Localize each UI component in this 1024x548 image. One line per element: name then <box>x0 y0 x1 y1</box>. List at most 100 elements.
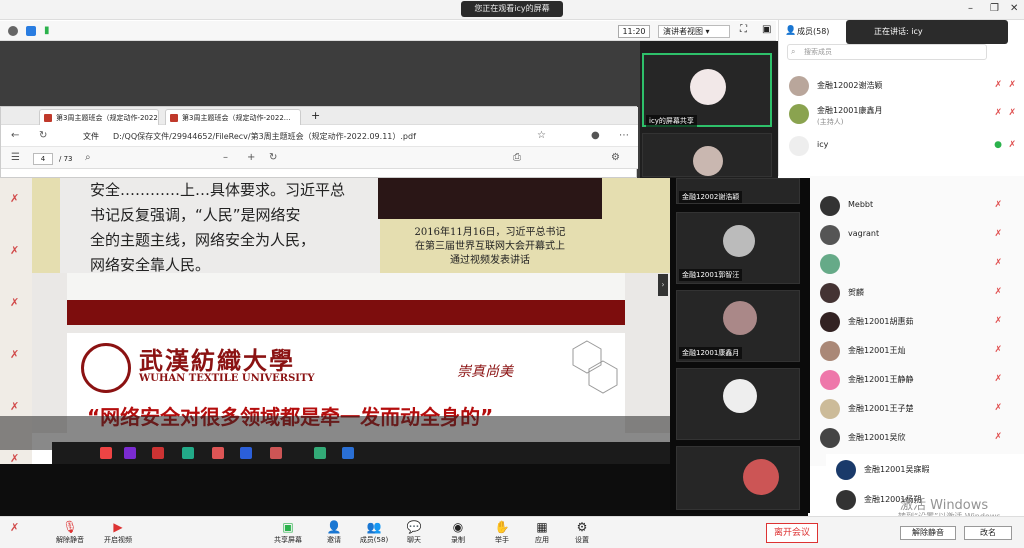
unmute-button[interactable]: 🎙 解除静音 <box>52 519 88 545</box>
shield-icon[interactable] <box>26 26 36 36</box>
raise-hand-button[interactable]: ✋ 举手 <box>484 519 520 545</box>
browser-tab[interactable]: 第3周主题班会（规定动作-2022... <box>39 109 159 125</box>
shared-taskbar <box>52 442 672 464</box>
video-tile[interactable] <box>676 368 800 440</box>
member-row[interactable]: Mebbt ✗ <box>810 192 1024 220</box>
avatar <box>820 341 840 361</box>
apps-button[interactable]: ▦ 应用 <box>524 519 560 545</box>
video-tile[interactable]: 金融12001康鑫月 <box>676 290 800 362</box>
meeting-info-bar: ▮ 11:20 演讲者视图 ▾ ⛶ ▣ <box>0 21 776 41</box>
member-row[interactable]: 金融12002谢浩颖 ✗ ✗ <box>779 72 1024 100</box>
page-number-input[interactable]: 4 <box>33 153 53 165</box>
hand-icon: ✋ <box>494 520 510 534</box>
mic-off-icon[interactable]: ✗ <box>994 374 1002 384</box>
chat-button[interactable]: 💬 聊天 <box>396 519 432 545</box>
settings-icon[interactable]: ⚙ <box>611 152 620 163</box>
mic-off-icon[interactable]: ✗ <box>994 229 1002 239</box>
profile-icon[interactable]: ● <box>591 130 600 141</box>
cam-off-icon[interactable]: ✗ <box>1008 108 1016 118</box>
collapse-handle[interactable]: › <box>658 274 668 296</box>
photo-caption: 2016年11月16日，习近平总书记 在第三届世界互联网大会开幕式上 通过视频发… <box>414 227 566 266</box>
member-row[interactable]: 金融12001王子楚 ✗ <box>810 395 1024 423</box>
zoom-out-icon[interactable]: – <box>223 152 228 163</box>
video-column: icy的屏幕共享 <box>640 41 778 178</box>
mic-off-icon[interactable]: ✗ <box>994 200 1002 210</box>
member-row[interactable]: 金融12001吴欣 ✗ <box>810 424 1024 452</box>
member-row[interactable]: icy ● ✗ <box>779 132 1024 160</box>
cam-off-icon[interactable]: ✗ <box>1008 140 1016 150</box>
video-tile[interactable]: 金融12002谢浩颖 <box>676 178 800 204</box>
member-row[interactable]: 金融12001王灿 ✗ <box>810 337 1024 365</box>
mic-off-icon[interactable]: ✗ <box>994 108 1002 118</box>
share-banner[interactable]: 您正在观看icy的屏幕 <box>461 1 563 17</box>
back-icon[interactable]: ← <box>11 130 19 141</box>
mic-off-icon[interactable]: ✗ <box>994 258 1002 268</box>
university-name-cn: 武漢紡織大學 <box>139 346 295 375</box>
maximize-icon[interactable]: ❐ <box>990 3 999 14</box>
pdf-icon <box>170 114 178 122</box>
rotate-icon[interactable]: ↻ <box>269 152 277 163</box>
fullscreen-icon[interactable]: ⛶ <box>740 24 747 35</box>
settings-button[interactable]: ⚙ 设置 <box>564 519 600 545</box>
mic-off-icon[interactable]: ✗ <box>994 80 1002 90</box>
minimize-icon[interactable]: – <box>968 3 973 14</box>
member-row[interactable]: 贺麟 ✗ <box>810 279 1024 307</box>
mic-off-icon[interactable]: ✗ <box>994 345 1002 355</box>
start-video-button[interactable]: ▶ 开启视频 <box>100 519 136 545</box>
video-tile[interactable] <box>642 133 772 177</box>
contents-icon[interactable]: ☰ <box>11 152 20 163</box>
mic-off-icon[interactable]: ✗ <box>994 316 1002 326</box>
rename-button[interactable]: 改名 <box>964 526 1012 540</box>
member-row[interactable]: 金融12001康鑫月 (主持人) ✗ ✗ <box>779 100 1024 128</box>
member-row[interactable]: 金融12001胡惠茹 ✗ <box>810 308 1024 336</box>
muted-icon: ✗ <box>10 400 20 413</box>
avatar <box>723 301 757 335</box>
app-icon <box>342 447 354 459</box>
leave-meeting-button[interactable]: 离开会议 <box>766 523 818 543</box>
video-tile[interactable]: icy的屏幕共享 <box>642 53 772 127</box>
video-tile[interactable] <box>676 446 800 510</box>
menu-icon[interactable]: ⋯ <box>619 130 629 141</box>
search-input[interactable]: 搜索成员 <box>787 44 987 60</box>
refresh-icon[interactable]: ↻ <box>39 130 47 141</box>
mic-off-icon[interactable]: ✗ <box>994 432 1002 442</box>
university-logo <box>81 343 131 393</box>
star-icon[interactable]: ☆ <box>537 130 546 141</box>
camera-off-icon: ▶ <box>113 520 123 534</box>
member-row[interactable]: 金融12001吴寐暇 <box>826 456 1024 484</box>
print-icon[interactable]: ⎙ <box>513 152 521 163</box>
view-mode-dropdown[interactable]: 演讲者视图 ▾ <box>658 25 730 38</box>
search-icon[interactable]: ⌕ <box>85 152 91 163</box>
tile-label: 金融12001康鑫月 <box>679 347 743 359</box>
browser-tab[interactable]: 第3周主题班会（规定动作-2022... <box>165 109 301 125</box>
share-screen-button[interactable]: ▣ 共享屏幕 <box>270 519 306 545</box>
view-mode-label: 演讲者视图 <box>663 27 703 36</box>
close-icon[interactable]: ✕ <box>1010 3 1018 14</box>
hexagon-decoration <box>572 340 618 394</box>
layout-icon[interactable]: ▣ <box>762 24 771 35</box>
cam-off-icon[interactable]: ✗ <box>1008 80 1016 90</box>
pdf-toolbar: ☰ 4 / 73 ⌕ – + ↻ ⎙ ⚙ <box>1 147 638 169</box>
avatar <box>836 490 856 510</box>
record-button[interactable]: ◉ 录制 <box>440 519 476 545</box>
mic-off-icon[interactable]: ✗ <box>994 403 1002 413</box>
unmute-all-button[interactable]: 解除静音 <box>900 526 956 540</box>
page-total: / 73 <box>59 155 73 163</box>
signal-icon[interactable]: ▮ <box>44 25 50 36</box>
avatar <box>743 459 779 495</box>
info-icon[interactable] <box>8 26 18 36</box>
zoom-in-icon[interactable]: + <box>247 152 255 163</box>
member-row[interactable]: 金融12001王静静 ✗ <box>810 366 1024 394</box>
new-tab-icon[interactable]: + <box>311 109 320 122</box>
conference-photo <box>378 178 602 219</box>
mic-off-icon[interactable]: ✗ <box>994 287 1002 297</box>
invite-button[interactable]: 👤 邀请 <box>316 519 352 545</box>
members-button[interactable]: 👥 成员(58) <box>356 519 392 545</box>
avatar <box>789 104 809 124</box>
mic-on-icon[interactable]: ● <box>994 140 1002 150</box>
video-tile[interactable]: 金融12001郭智汪 <box>676 212 800 284</box>
member-row[interactable]: ✗ <box>810 250 1024 278</box>
member-row[interactable]: vagrant ✗ <box>810 221 1024 249</box>
url-field[interactable]: D:/QQ保存文件/29944652/FileRecv/第3周主题班会（规定动作… <box>113 131 416 142</box>
avatar <box>820 428 840 448</box>
